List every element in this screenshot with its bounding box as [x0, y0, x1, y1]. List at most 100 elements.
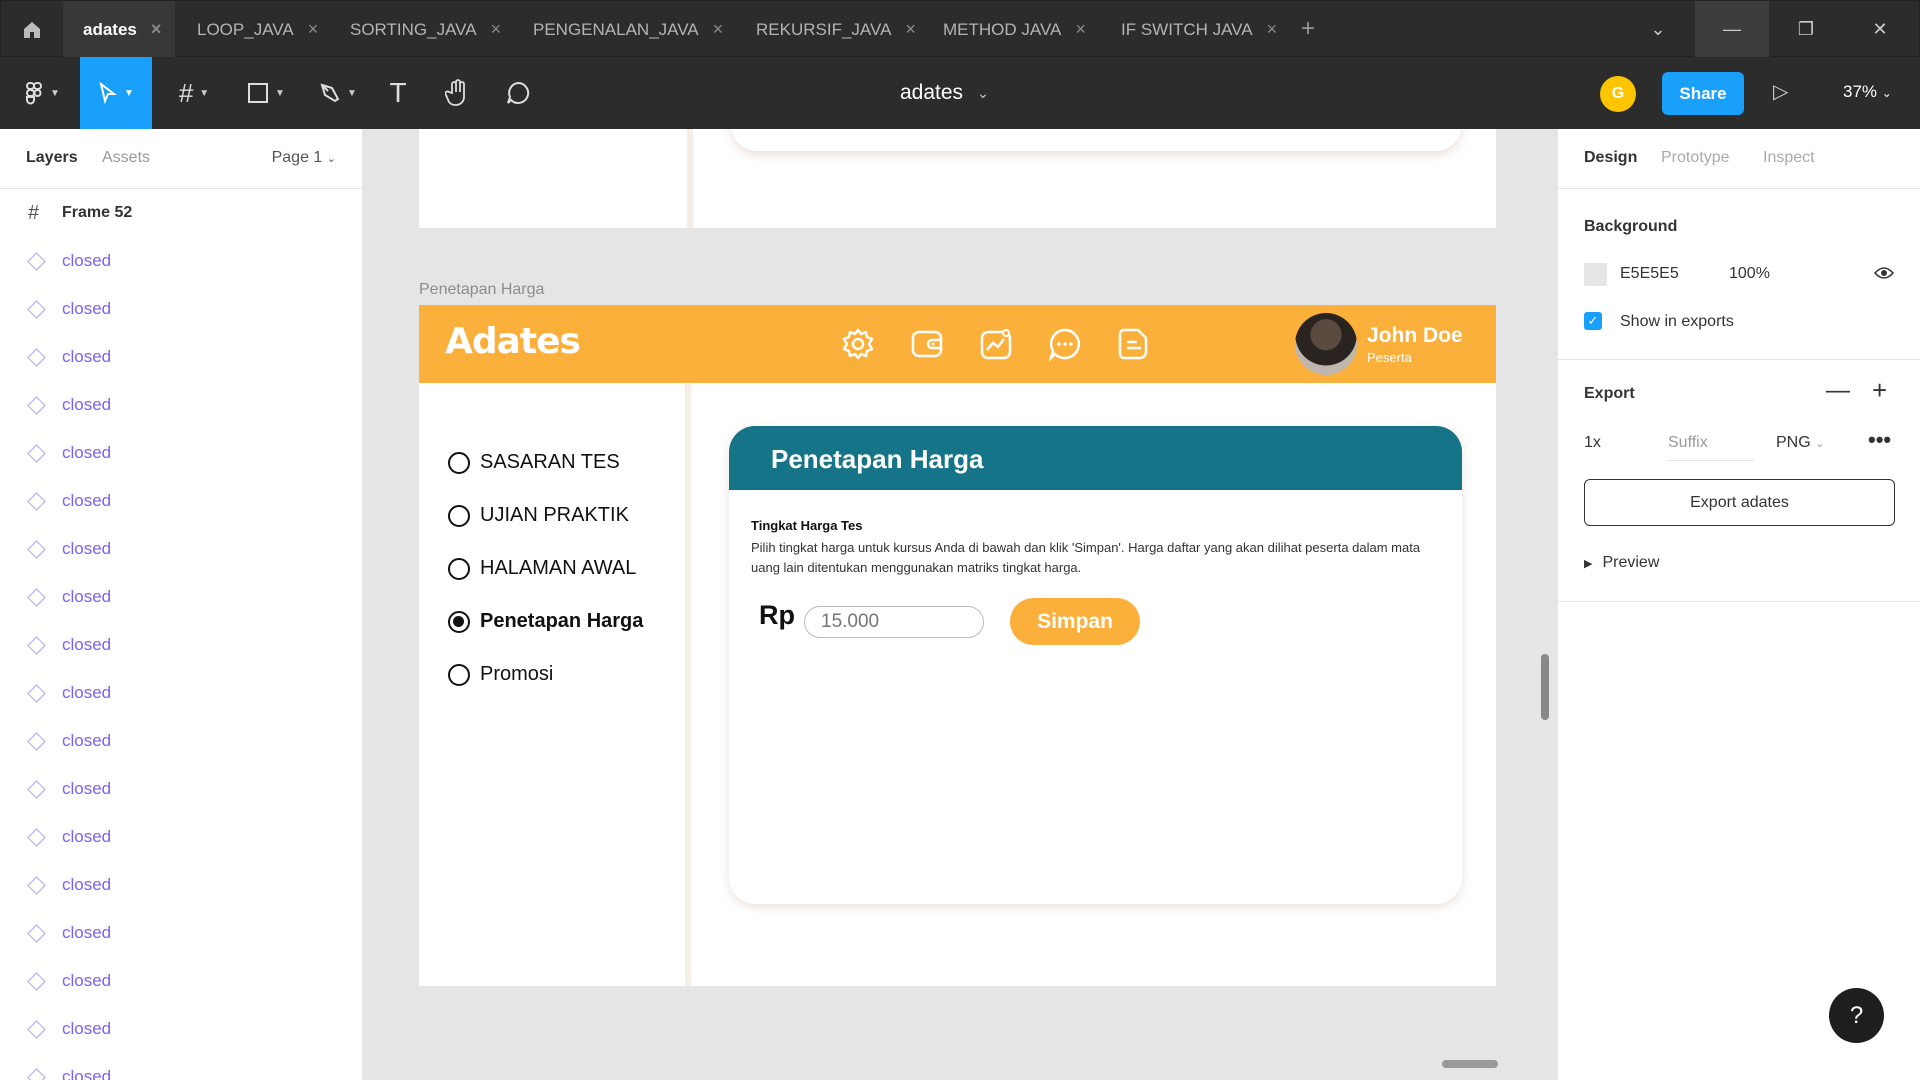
component-instance-icon — [27, 1067, 46, 1080]
plus-icon[interactable]: + — [1872, 375, 1887, 406]
tab-pengenalan-java[interactable]: PENGENALAN_JAVA × — [533, 1, 723, 58]
minimize-icon[interactable]: — — [1695, 1, 1769, 58]
background-opacity[interactable]: 100% — [1729, 265, 1770, 283]
tab-prototype[interactable]: Prototype — [1661, 149, 1729, 167]
frame-tool-icon[interactable]: # ▼ — [166, 57, 222, 129]
layer-name: closed — [62, 539, 112, 558]
vertical-scrollbar[interactable] — [1541, 654, 1549, 720]
background-hex[interactable]: E5E5E5 — [1620, 265, 1679, 283]
close-icon[interactable]: × — [713, 19, 724, 40]
suffix-input[interactable]: Suffix — [1668, 434, 1754, 461]
horizontal-scrollbar[interactable] — [1442, 1060, 1498, 1068]
format-select[interactable]: PNG ⌄ — [1776, 434, 1824, 452]
rectangle-tool-icon[interactable]: ▼ — [238, 57, 294, 129]
price-input[interactable] — [804, 606, 984, 638]
tab-design[interactable]: Design — [1584, 149, 1637, 167]
layer-frame[interactable]: # Frame 52 — [0, 189, 362, 237]
add-tab-icon[interactable]: + — [1301, 15, 1315, 43]
layer-item[interactable]: closed — [0, 285, 362, 333]
menu-item-penetapan-harga[interactable]: Penetapan Harga — [448, 610, 643, 633]
share-button[interactable]: Share — [1662, 72, 1744, 115]
chat-icon[interactable] — [1047, 326, 1083, 363]
menu-item-ujian-praktik[interactable]: UJIAN PRAKTIK — [448, 504, 629, 527]
close-icon[interactable]: × — [1267, 19, 1278, 40]
menu-item-promosi[interactable]: Promosi — [448, 663, 553, 686]
layer-item[interactable]: closed — [0, 909, 362, 957]
hand-tool-icon[interactable] — [436, 57, 480, 129]
page-selector[interactable]: Page 1 ⌄ — [272, 149, 336, 167]
component-instance-icon — [27, 491, 46, 511]
card-previous — [731, 129, 1462, 151]
layer-item[interactable]: closed — [0, 861, 362, 909]
close-window-icon[interactable]: ✕ — [1843, 1, 1917, 58]
menu-label: Promosi — [480, 663, 554, 685]
wallet-icon[interactable] — [909, 326, 945, 362]
show-in-exports-checkbox[interactable]: ✓ — [1584, 312, 1602, 330]
comment-tool-icon[interactable] — [496, 57, 540, 129]
tab-rekursif-java[interactable]: REKURSIF_JAVA × — [756, 1, 916, 58]
tab-inspect[interactable]: Inspect — [1763, 149, 1815, 167]
pen-tool-icon[interactable]: ▼ — [310, 57, 366, 129]
move-tool-icon[interactable]: ▼ — [80, 57, 152, 129]
text-tool-icon[interactable]: T — [378, 57, 418, 129]
close-icon[interactable]: × — [308, 19, 319, 40]
minus-icon[interactable]: — — [1826, 377, 1850, 405]
restore-icon[interactable]: ❐ — [1769, 1, 1843, 58]
background-swatch[interactable] — [1584, 263, 1607, 286]
close-icon[interactable]: × — [905, 19, 916, 40]
zoom-dropdown[interactable]: 37% ⌄ — [1843, 82, 1892, 102]
frame-previous[interactable] — [419, 129, 1496, 228]
layer-item[interactable]: closed — [0, 333, 362, 381]
layer-item[interactable]: closed — [0, 813, 362, 861]
chevron-down-icon: ⌄ — [977, 84, 989, 101]
export-button[interactable]: Export adates — [1584, 479, 1895, 526]
layer-item[interactable]: closed — [0, 669, 362, 717]
radio-icon — [448, 504, 470, 527]
profile-avatar[interactable] — [1295, 313, 1357, 375]
layer-item[interactable]: closed — [0, 477, 362, 525]
tab-loop-java[interactable]: LOOP_JAVA × — [197, 1, 318, 58]
tab-assets[interactable]: Assets — [102, 149, 150, 167]
layer-item[interactable]: closed — [0, 717, 362, 765]
help-button[interactable]: ? — [1829, 988, 1884, 1043]
layer-item[interactable]: closed — [0, 429, 362, 477]
present-icon[interactable]: ▷ — [1773, 79, 1788, 104]
layer-item[interactable]: closed — [0, 573, 362, 621]
layer-item[interactable]: closed — [0, 621, 362, 669]
menu-item-halaman-awal[interactable]: HALAMAN AWAL — [448, 557, 636, 580]
user-avatar[interactable]: G — [1600, 76, 1636, 112]
main-menu-icon[interactable]: ▼ — [14, 57, 70, 129]
close-icon[interactable]: × — [491, 19, 502, 40]
export-scale[interactable]: 1x — [1584, 434, 1601, 452]
layer-item[interactable]: closed — [0, 237, 362, 285]
tab-sorting-java[interactable]: SORTING_JAVA × — [350, 1, 501, 58]
layer-item[interactable]: closed — [0, 525, 362, 573]
tab-method-java[interactable]: METHOD JAVA × — [943, 1, 1086, 58]
layer-item[interactable]: closed — [0, 1053, 362, 1080]
layer-item[interactable]: closed — [0, 957, 362, 1005]
tab-adates[interactable]: adates × — [63, 1, 175, 58]
home-icon[interactable] — [1, 1, 63, 58]
preview-toggle[interactable]: ▶ Preview — [1584, 554, 1659, 572]
frame-penetapan-harga[interactable]: Adates John Doe Peserta SASARAN TES UJIA… — [419, 305, 1496, 986]
tab-label: IF SWITCH JAVA — [1121, 19, 1253, 39]
component-instance-icon — [27, 395, 46, 415]
chevron-down-icon[interactable]: ⌄ — [1621, 1, 1695, 58]
frame-label[interactable]: Penetapan Harga — [419, 281, 544, 299]
close-icon[interactable]: × — [1075, 19, 1086, 40]
tab-if-switch-java[interactable]: IF SWITCH JAVA × — [1121, 1, 1277, 58]
document-icon[interactable] — [1116, 326, 1152, 362]
tab-layers[interactable]: Layers — [26, 149, 78, 167]
close-icon[interactable]: × — [151, 19, 162, 40]
document-title[interactable]: adates ⌄ — [900, 57, 989, 129]
layer-item[interactable]: closed — [0, 1005, 362, 1053]
eye-icon[interactable] — [1873, 265, 1895, 286]
canvas[interactable]: Penetapan Harga Adates John Doe Peserta — [363, 129, 1557, 1080]
chart-icon[interactable] — [978, 326, 1014, 362]
layer-item[interactable]: closed — [0, 381, 362, 429]
more-icon[interactable]: ••• — [1868, 427, 1891, 453]
menu-item-sasaran-tes[interactable]: SASARAN TES — [448, 451, 620, 474]
layer-item[interactable]: closed — [0, 765, 362, 813]
settings-icon[interactable] — [840, 326, 876, 362]
save-button[interactable]: Simpan — [1010, 598, 1140, 645]
